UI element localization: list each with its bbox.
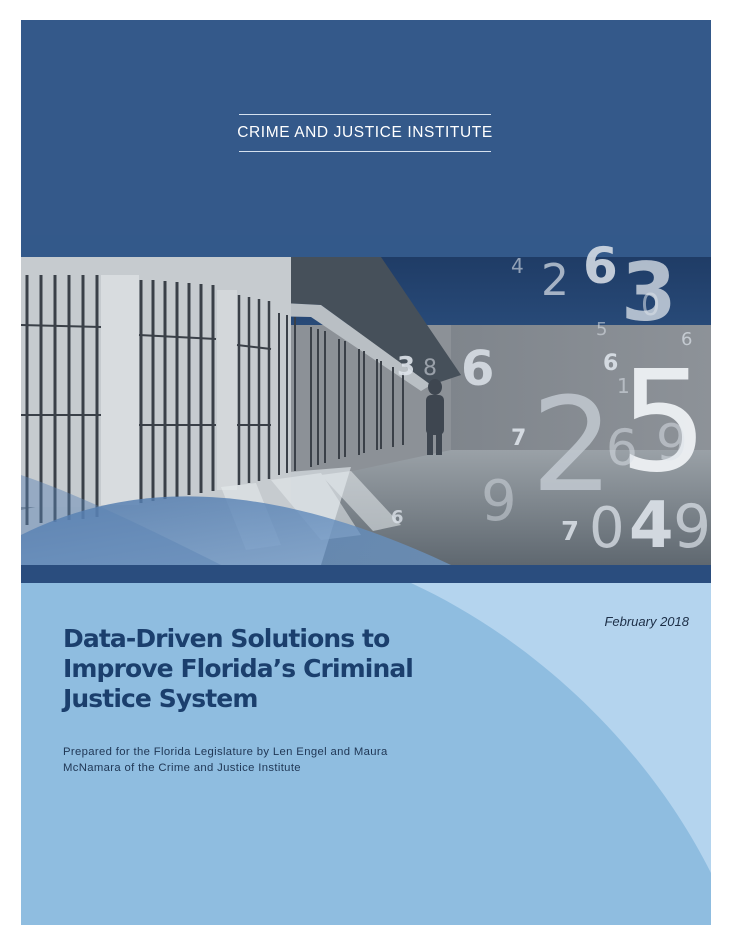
svg-text:9: 9 [481,469,517,534]
svg-text:6: 6 [606,419,638,477]
svg-text:6: 6 [391,507,404,528]
organization-name: CRIME AND JUSTICE INSTITUTE [237,124,493,141]
organization-logo: CRIME AND JUSTICE INSTITUTE [237,114,493,152]
svg-text:5: 5 [596,319,607,340]
svg-text:9: 9 [656,414,688,472]
prison-corridor-photo: 4 2 6 3 0 5 6 3 8 6 6 1 7 2 5 6 9 9 6 7 [21,235,711,583]
svg-text:6: 6 [461,341,494,397]
svg-text:7: 7 [511,426,526,451]
svg-text:7: 7 [561,517,579,547]
svg-text:2: 2 [541,255,569,306]
svg-text:4: 4 [511,254,524,278]
publication-date: February 2018 [604,614,689,629]
svg-text:3: 3 [397,352,415,382]
svg-text:6: 6 [583,237,618,295]
svg-text:0: 0 [641,288,660,323]
report-cover: CRIME AND JUSTICE INSTITUTE 4 2 6 3 0 5 … [21,20,711,925]
svg-text:0: 0 [589,496,625,561]
report-byline: Prepared for the Florida Legislature by … [63,746,388,774]
top-banner: CRIME AND JUSTICE INSTITUTE [21,20,711,235]
svg-text:4: 4 [629,489,674,563]
svg-text:8: 8 [423,356,437,381]
svg-text:9: 9 [673,492,711,562]
report-title: Data-Driven Solutions to Improve Florida… [63,624,414,713]
